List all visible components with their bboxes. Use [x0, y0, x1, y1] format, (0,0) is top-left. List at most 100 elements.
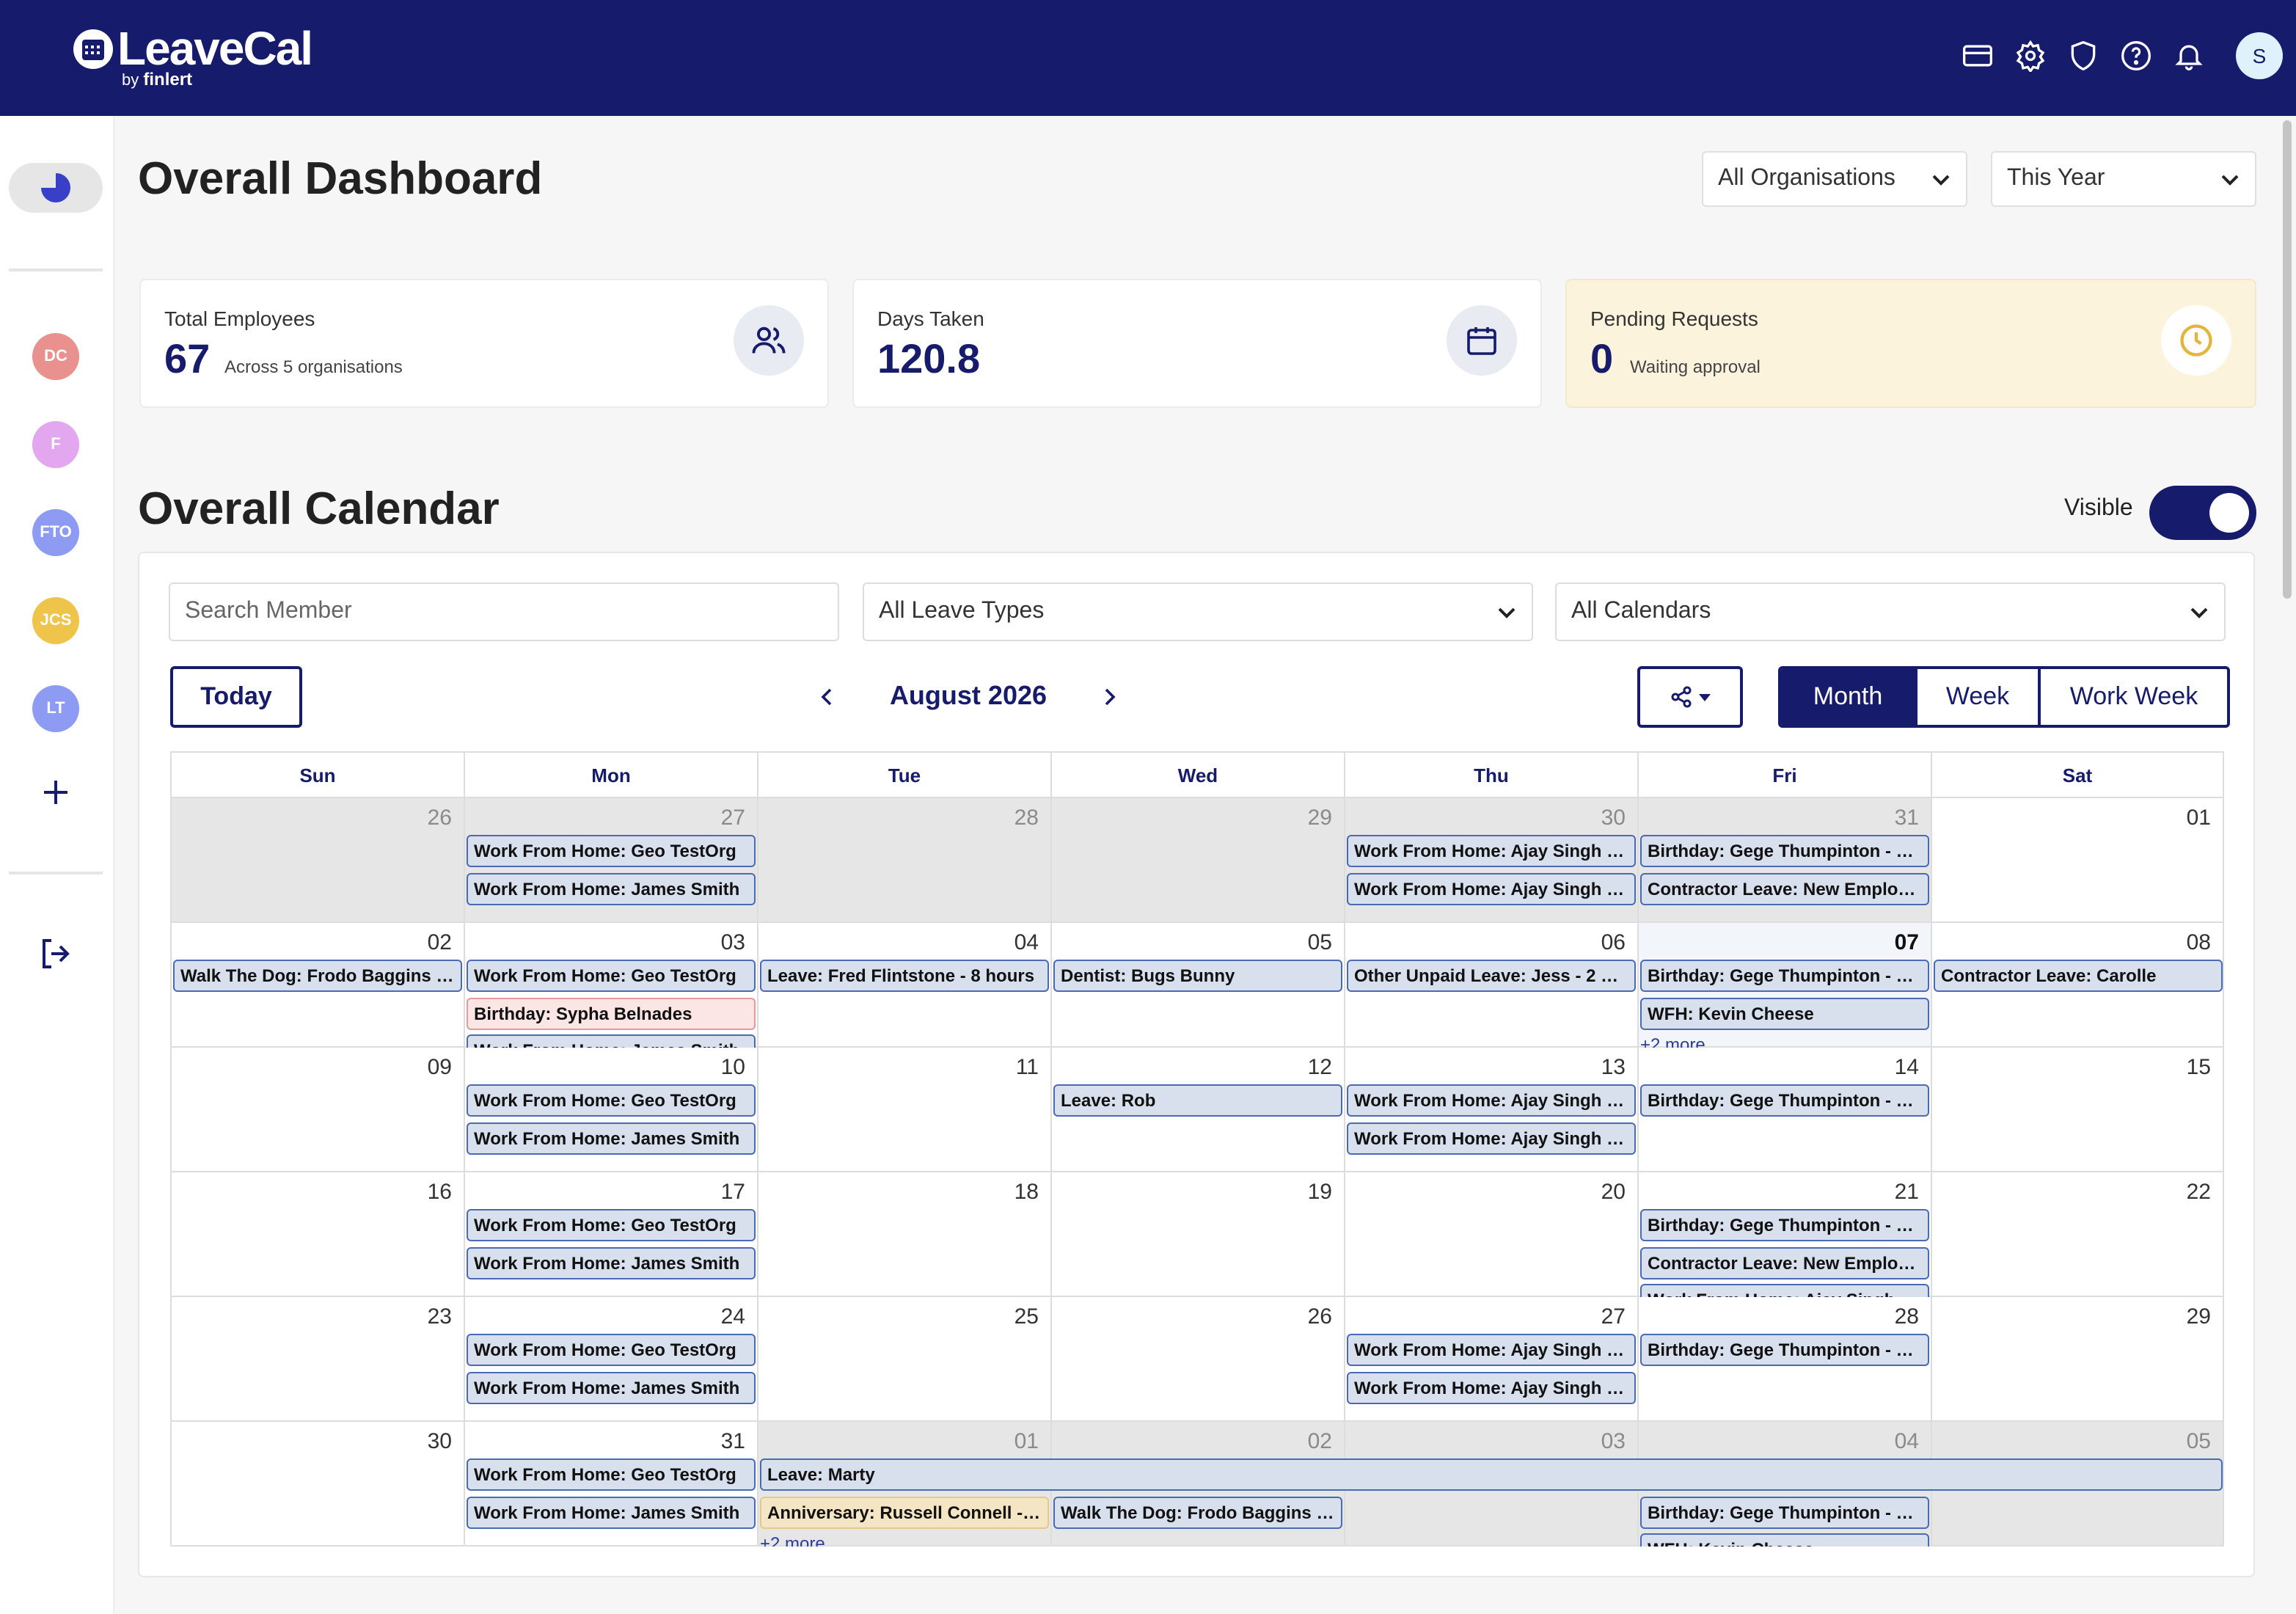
calendar-day-cell[interactable]: 26 — [170, 798, 464, 923]
day-number[interactable]: 31 — [721, 1429, 745, 1454]
period-filter[interactable]: This Year — [1991, 151, 2256, 207]
calendar-event[interactable]: Contractor Leave: New Employee — [1640, 872, 1929, 905]
day-number[interactable]: 21 — [1895, 1180, 1919, 1205]
calendar-event[interactable]: Work From Home: James Smith — [467, 872, 756, 905]
calendar-event[interactable]: Work From Home: Geo TestOrg — [467, 1209, 756, 1241]
day-number[interactable]: 19 — [1308, 1180, 1332, 1205]
calendar-event[interactable]: Work From Home: James Smith — [467, 1246, 756, 1279]
day-number[interactable]: 26 — [1308, 1304, 1332, 1329]
calendar-event[interactable]: Work From Home: Geo TestOrg — [467, 1084, 756, 1117]
help-icon[interactable] — [2110, 29, 2162, 82]
calendar-event[interactable]: Work From Home: Ajay Singh - 4 hours — [1347, 1122, 1636, 1154]
day-number[interactable]: 20 — [1601, 1180, 1626, 1205]
organisation-avatar[interactable]: JCS — [32, 597, 79, 644]
day-number[interactable]: 31 — [1895, 806, 1919, 830]
day-number[interactable]: 14 — [1895, 1055, 1919, 1080]
shield-icon[interactable] — [2057, 29, 2110, 82]
work-week-view-button[interactable]: Work Week — [2038, 669, 2227, 725]
calendar-day-cell[interactable]: 19 — [1050, 1172, 1344, 1297]
calendar-event[interactable]: Work From Home: James Smith — [467, 1496, 756, 1528]
day-number[interactable]: 29 — [2187, 1304, 2211, 1329]
calendar-event[interactable]: Birthday: Sypha Belnades — [467, 997, 756, 1029]
day-number[interactable]: 30 — [1601, 806, 1626, 830]
app-logo[interactable]: LeaveCal by finlert — [73, 23, 313, 90]
day-number[interactable]: 12 — [1308, 1055, 1332, 1080]
bell-icon[interactable] — [2162, 29, 2215, 82]
calendar-event[interactable]: Anniversary: Russell Connell - 5 years — [760, 1496, 1049, 1528]
day-number[interactable]: 28 — [1014, 806, 1039, 830]
calendar-event[interactable]: Contractor Leave: Carolle — [1934, 960, 2223, 992]
calendar-event[interactable]: Contractor Leave: New Employee — [1640, 1246, 1929, 1279]
day-number[interactable]: 16 — [428, 1180, 452, 1205]
calendar-event[interactable]: Other Unpaid Leave: Jess - 2 hours — [1347, 960, 1636, 992]
calendar-event[interactable]: Work From Home: Ajay Singh - 4 hours — [1347, 1334, 1636, 1366]
day-number[interactable]: 27 — [1601, 1304, 1626, 1329]
day-number[interactable]: 25 — [1014, 1304, 1039, 1329]
day-number[interactable]: 06 — [1601, 930, 1626, 955]
day-number[interactable]: 26 — [428, 806, 452, 830]
calendar-event[interactable]: Birthday: Gege Thumpinton - Test — [1640, 1209, 1929, 1241]
calendar-event[interactable]: Birthday: Gege Thumpinton - Test — [1640, 1084, 1929, 1117]
calendar-event[interactable]: Walk The Dog: Frodo Baggins - 2 hours — [1053, 1496, 1342, 1528]
calendar-day-cell[interactable]: 30 — [170, 1422, 464, 1547]
calendar-event[interactable]: Work From Home: Ajay Singh - 4 hours — [1347, 1084, 1636, 1117]
day-number[interactable]: 13 — [1601, 1055, 1626, 1080]
calendar-day-cell[interactable]: 18 — [757, 1172, 1050, 1297]
calendar-event[interactable]: Work From Home: Geo TestOrg — [467, 1458, 756, 1491]
day-number[interactable]: 04 — [1895, 1429, 1919, 1454]
share-button[interactable] — [1637, 666, 1743, 728]
organisation-avatar[interactable]: DC — [32, 333, 79, 380]
search-member-input[interactable] — [169, 583, 839, 641]
day-number[interactable]: 03 — [721, 930, 745, 955]
user-avatar[interactable]: S — [2236, 32, 2283, 79]
day-number[interactable]: 03 — [1601, 1429, 1626, 1454]
calendar-day-cell[interactable]: 29 — [1931, 1297, 2224, 1422]
calendar-event[interactable]: Birthday: Gege Thumpinton - Test — [1640, 960, 1929, 992]
card-icon[interactable] — [1951, 29, 2004, 82]
calendar-event[interactable]: Work From Home: Geo TestOrg — [467, 960, 756, 992]
leave-type-filter[interactable]: All Leave Types — [863, 583, 1533, 641]
day-number[interactable]: 08 — [2187, 930, 2211, 955]
calendar-day-cell[interactable]: 22 — [1931, 1172, 2224, 1297]
calendar-event[interactable]: Work From Home: Ajay Singh - 4 hours — [1347, 872, 1636, 905]
calendar-event[interactable]: Birthday: Gege Thumpinton - Test — [1640, 1496, 1929, 1528]
day-number[interactable]: 22 — [2187, 1180, 2211, 1205]
calendar-day-cell[interactable]: 15 — [1931, 1048, 2224, 1172]
day-number[interactable]: 09 — [428, 1055, 452, 1080]
calendar-day-cell[interactable]: 29 — [1050, 798, 1344, 923]
visible-toggle[interactable] — [2149, 486, 2256, 540]
month-view-button[interactable]: Month — [1781, 669, 1915, 725]
calendar-event[interactable]: Leave: Fred Flintstone - 8 hours — [760, 960, 1049, 992]
week-view-button[interactable]: Week — [1915, 669, 2038, 725]
calendar-day-cell[interactable]: 11 — [757, 1048, 1050, 1172]
day-number[interactable]: 02 — [428, 930, 452, 955]
calendar-event[interactable]: Leave: Marty — [760, 1458, 2223, 1491]
day-number[interactable]: 07 — [1895, 930, 1919, 955]
calendar-day-cell[interactable]: 23 — [170, 1297, 464, 1422]
day-number[interactable]: 15 — [2187, 1055, 2211, 1080]
day-number[interactable]: 05 — [1308, 930, 1332, 955]
prev-month-button[interactable] — [810, 679, 845, 715]
calendar-event[interactable]: Work From Home: Ajay Singh - 4 hours — [1347, 835, 1636, 867]
add-organisation-button[interactable] — [32, 769, 79, 816]
calendar-event[interactable]: Walk The Dog: Frodo Baggins - 2 hours — [173, 960, 462, 992]
calendar-event[interactable]: Work From Home: Ajay Singh - 4 hours — [1347, 1371, 1636, 1403]
calendar-event[interactable]: Work From Home: James Smith — [467, 1371, 756, 1403]
day-number[interactable]: 29 — [1308, 806, 1332, 830]
organisation-avatar[interactable]: LT — [32, 685, 79, 732]
day-number[interactable]: 27 — [721, 806, 745, 830]
calendar-event[interactable]: Work From Home: Geo TestOrg — [467, 835, 756, 867]
day-number[interactable]: 04 — [1014, 930, 1039, 955]
calendar-day-cell[interactable]: 25 — [757, 1297, 1050, 1422]
more-events-link[interactable]: +2 more — [760, 1535, 825, 1547]
gear-icon[interactable] — [2004, 29, 2057, 82]
today-button[interactable]: Today — [170, 666, 302, 728]
calendar-event[interactable]: Work From Home: Geo TestOrg — [467, 1334, 756, 1366]
day-number[interactable]: 28 — [1895, 1304, 1919, 1329]
next-month-button[interactable] — [1092, 679, 1127, 715]
calendar-day-cell[interactable]: 28 — [757, 798, 1050, 923]
calendars-filter[interactable]: All Calendars — [1555, 583, 2226, 641]
calendar-event[interactable]: Work From Home: James Smith — [467, 1122, 756, 1154]
day-number[interactable]: 11 — [1016, 1055, 1039, 1080]
calendar-event[interactable]: Birthday: Gege Thumpinton - Test — [1640, 835, 1929, 867]
